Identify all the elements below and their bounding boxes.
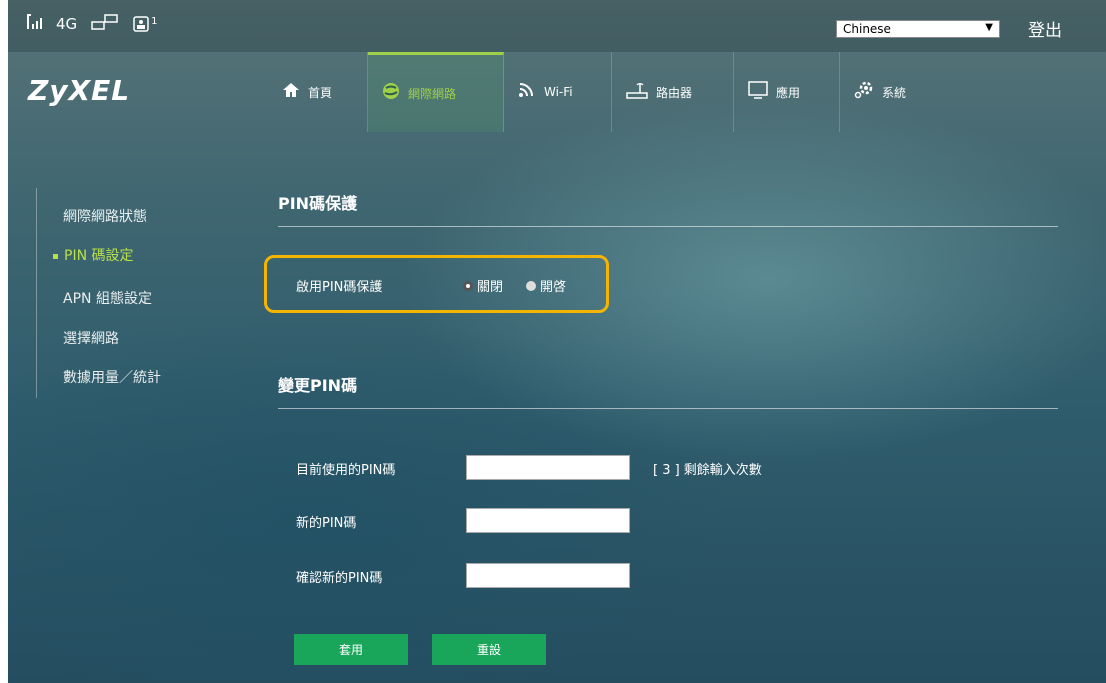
sim-count: 1 (151, 16, 158, 27)
home-icon (282, 82, 300, 103)
nav-internet-label: 網際網路 (408, 87, 457, 101)
signal-strength-icon (26, 14, 42, 34)
active-indicator (53, 253, 58, 259)
sidebar-item-internet-status[interactable]: 網際網路狀態 (63, 206, 147, 226)
nav-apps[interactable]: 應用 (734, 52, 840, 132)
sidebar-item-label: 選擇網路 (63, 331, 119, 347)
remaining-attempts: [ 3 ] 剩餘輸入次數 (653, 463, 762, 478)
sidebar-item-label: PIN 碼設定 (64, 248, 134, 264)
ethernet-icon (91, 14, 119, 34)
enable-pin-label: 啟用PIN碼保護 (296, 280, 383, 295)
main-nav: ZyXEL 首頁 網際網路 Wi-Fi 路由器 應用 系統 (8, 52, 1106, 132)
zyxel-logo: ZyXEL (28, 74, 131, 107)
sidebar-item-label: 數據用量／統計 (63, 370, 161, 386)
wifi-icon (518, 82, 536, 103)
nav-wifi-label: Wi-Fi (544, 85, 573, 99)
sidebar-item-select-network[interactable]: 選擇網路 (63, 328, 119, 348)
status-bar: 4G 1 Chinese ▼ 登出 (8, 0, 1106, 52)
sidebar-item-data-usage[interactable]: 數據用量／統計 (63, 367, 161, 387)
language-select[interactable]: Chinese ▼ (836, 20, 1000, 38)
network-type: 4G (56, 15, 78, 33)
radio-unchecked-icon (526, 280, 536, 291)
status-icons: 4G 1 (26, 14, 158, 34)
change-pin-title: 變更PIN碼 (278, 376, 358, 395)
nav-system[interactable]: 系統 (840, 52, 946, 132)
nav-apps-label: 應用 (776, 85, 801, 100)
new-pin-input[interactable] (466, 508, 630, 533)
pin-off-radio[interactable]: 關閉 (463, 276, 503, 295)
section-divider (278, 408, 1058, 409)
globe-icon (382, 82, 400, 105)
language-selected: Chinese (843, 22, 891, 36)
sidebar-item-apn-config[interactable]: APN 組態設定 (63, 288, 152, 308)
pin-protection-title: PIN碼保護 (278, 194, 358, 213)
sidebar-item-label: APN 組態設定 (63, 291, 152, 307)
nav-router[interactable]: 路由器 (612, 52, 734, 132)
chevron-down-icon: ▼ (985, 22, 993, 33)
reset-button[interactable]: 重設 (432, 634, 546, 665)
nav-home-label: 首頁 (308, 85, 333, 100)
gear-icon (854, 81, 874, 104)
radio-checked-icon (463, 280, 473, 291)
sidebar-item-pin-settings[interactable]: PIN 碼設定 (53, 245, 134, 265)
nav-internet[interactable]: 網際網路 (368, 52, 504, 132)
nav-wifi[interactable]: Wi-Fi (504, 52, 612, 132)
section-divider (278, 226, 1058, 227)
confirm-pin-label: 確認新的PIN碼 (296, 571, 383, 586)
pin-on-label: 開啓 (540, 280, 567, 295)
pin-off-label: 關閉 (477, 280, 504, 295)
nav-router-label: 路由器 (656, 85, 693, 100)
sidebar: 網際網路狀態 PIN 碼設定 APN 組態設定 選擇網路 數據用量／統計 (36, 188, 161, 398)
sidebar-item-label: 網際網路狀態 (63, 209, 147, 225)
router-admin-page: 4G 1 Chinese ▼ 登出 ZyXEL 首頁 網際網路 Wi-Fi 路由… (8, 0, 1106, 683)
router-icon (626, 81, 648, 104)
pin-on-radio[interactable]: 開啓 (526, 276, 566, 295)
logout-link[interactable]: 登出 (1028, 16, 1062, 41)
nav-home[interactable]: 首頁 (268, 52, 368, 132)
current-pin-input[interactable] (466, 455, 630, 480)
monitor-icon (748, 80, 768, 104)
current-pin-label: 目前使用的PIN碼 (296, 463, 396, 478)
confirm-pin-input[interactable] (466, 563, 630, 588)
apply-button[interactable]: 套用 (294, 634, 408, 665)
new-pin-label: 新的PIN碼 (296, 516, 357, 531)
sim-card-icon: 1 (133, 16, 158, 32)
nav-system-label: 系統 (882, 85, 907, 100)
